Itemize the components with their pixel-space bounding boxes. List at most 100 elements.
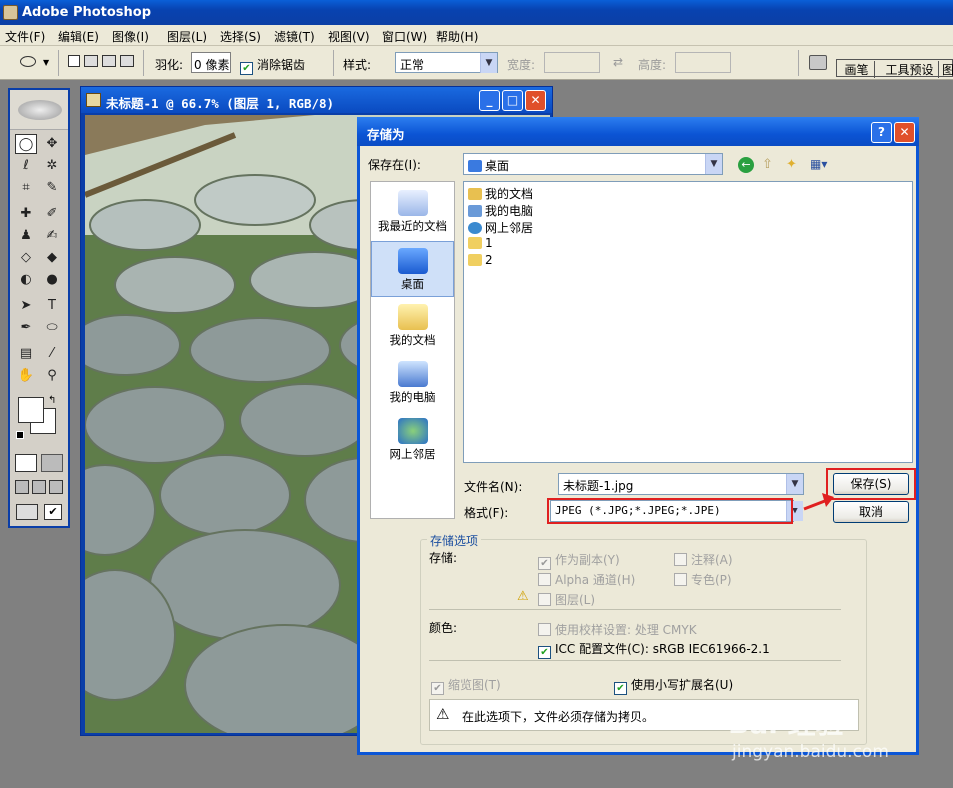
minimize-button[interactable]: _ bbox=[479, 90, 500, 111]
quick-mask-icon[interactable] bbox=[41, 454, 63, 472]
close-button[interactable]: ✕ bbox=[525, 90, 546, 111]
dialog-close-button[interactable]: ✕ bbox=[894, 122, 915, 143]
menu-image[interactable]: 图像(I) bbox=[112, 28, 149, 45]
list-item[interactable]: 我的文档 bbox=[468, 185, 533, 202]
new-folder-icon[interactable]: ✦ bbox=[786, 157, 802, 173]
lasso-tool-icon[interactable]: ℓ bbox=[15, 156, 37, 176]
proof-setup-option[interactable]: 使用校样设置: 处理 CMYK bbox=[538, 621, 697, 638]
list-item[interactable]: 网上邻居 bbox=[468, 219, 533, 236]
icc-checkbox[interactable]: ✔ bbox=[538, 646, 551, 659]
tab-tool-presets[interactable]: 工具预设 bbox=[881, 61, 939, 78]
pen-tool-icon[interactable]: ✒ bbox=[15, 318, 37, 338]
screen-mode-2-icon[interactable] bbox=[32, 480, 46, 494]
divider bbox=[429, 660, 841, 661]
marquee-tool-icon[interactable]: ◯ bbox=[15, 134, 37, 154]
file-list[interactable]: 我的文档 我的电脑 网上邻居 1 2 bbox=[463, 181, 913, 463]
shape-tool-icon[interactable]: ⬭ bbox=[41, 318, 63, 338]
move-tool-icon[interactable]: ✥ bbox=[41, 134, 63, 154]
lowercase-ext-option[interactable]: ✔ 使用小写扩展名(U) bbox=[614, 676, 733, 695]
menu-window[interactable]: 窗口(W) bbox=[382, 28, 427, 45]
help-button[interactable]: ? bbox=[871, 122, 892, 143]
alpha-option[interactable]: Alpha 通道(H) bbox=[538, 571, 635, 588]
place-desktop[interactable]: 桌面 bbox=[371, 241, 454, 297]
paint-bucket-icon[interactable]: ◆ bbox=[41, 248, 63, 268]
menu-select[interactable]: 选择(S) bbox=[220, 28, 261, 45]
desktop-icon bbox=[468, 160, 482, 172]
back-icon[interactable]: ← bbox=[738, 157, 754, 173]
slice-tool-icon[interactable]: ✎ bbox=[41, 178, 63, 198]
place-recent[interactable]: 我最近的文档 bbox=[371, 184, 454, 240]
jump-to-imageready-icon[interactable] bbox=[16, 504, 38, 520]
maximize-button[interactable]: □ bbox=[502, 90, 523, 111]
antialias-option[interactable]: ✔ 消除锯齿 bbox=[240, 56, 305, 75]
warning-icon: ⚠ bbox=[517, 589, 529, 604]
notes-tool-icon[interactable]: ▤ bbox=[15, 344, 37, 364]
annotations-option[interactable]: 注释(A) bbox=[674, 551, 733, 568]
view-menu-icon[interactable]: ▦▾ bbox=[810, 157, 832, 173]
menu-help[interactable]: 帮助(H) bbox=[436, 28, 478, 45]
crop-tool-icon[interactable]: ⌗ bbox=[15, 178, 37, 198]
palette-well-icon[interactable] bbox=[809, 55, 827, 70]
antialias-checkbox[interactable]: ✔ bbox=[240, 62, 253, 75]
clone-stamp-icon[interactable]: ♟ bbox=[15, 226, 37, 246]
menu-layer[interactable]: 图层(L) bbox=[167, 28, 207, 45]
eyedropper-icon[interactable]: ⁄ bbox=[41, 344, 63, 364]
checkmark-icon[interactable]: ✔ bbox=[44, 504, 62, 520]
list-item[interactable]: 1 bbox=[468, 236, 493, 250]
dodge-tool-icon[interactable]: ● bbox=[41, 270, 63, 290]
layers-option[interactable]: 图层(L) bbox=[538, 591, 595, 608]
feather-input[interactable]: 0 像素 bbox=[191, 52, 231, 73]
intersect-selection-icon[interactable] bbox=[120, 55, 134, 67]
filename-label: 文件名(N): bbox=[464, 480, 523, 494]
path-select-icon[interactable]: ➤ bbox=[15, 296, 37, 316]
cancel-button[interactable]: 取消 bbox=[833, 501, 909, 523]
hand-tool-icon[interactable]: ✋ bbox=[15, 366, 37, 386]
foreground-color-swatch[interactable] bbox=[18, 397, 44, 423]
document-icon bbox=[86, 93, 101, 107]
style-select[interactable]: 正常 ▼ bbox=[395, 52, 498, 73]
zoom-tool-icon[interactable]: ⚲ bbox=[41, 366, 63, 386]
new-selection-icon[interactable] bbox=[68, 55, 80, 67]
save-options-title: 存储选项 bbox=[427, 532, 482, 549]
menu-file[interactable]: 文件(F) bbox=[5, 28, 45, 45]
spot-option[interactable]: 专色(P) bbox=[674, 571, 732, 588]
save-in-select[interactable]: 桌面 ▼ bbox=[463, 153, 723, 175]
list-item[interactable]: 2 bbox=[468, 253, 493, 267]
place-network[interactable]: 网上邻居 bbox=[371, 412, 454, 468]
standard-mode-icon[interactable] bbox=[15, 454, 37, 472]
screen-mode-3-icon[interactable] bbox=[49, 480, 63, 494]
add-selection-icon[interactable] bbox=[84, 55, 98, 67]
menu-view[interactable]: 视图(V) bbox=[328, 28, 370, 45]
list-item[interactable]: 我的电脑 bbox=[468, 202, 533, 219]
healing-brush-icon[interactable]: ✚ bbox=[15, 204, 37, 224]
blur-tool-icon[interactable]: ◐ bbox=[15, 270, 37, 290]
chevron-down-icon[interactable]: ▼ bbox=[43, 58, 49, 67]
eraser-tool-icon[interactable]: ◇ bbox=[15, 248, 37, 268]
default-colors-icon[interactable] bbox=[16, 431, 24, 439]
screen-mode-1-icon[interactable] bbox=[15, 480, 29, 494]
type-tool-icon[interactable]: T bbox=[41, 296, 63, 316]
app-title-bar: Adobe Photoshop bbox=[0, 0, 953, 25]
icc-profile-option[interactable]: ✔ ICC 配置文件(C): sRGB IEC61966-2.1 bbox=[538, 640, 770, 659]
lowercase-checkbox[interactable]: ✔ bbox=[614, 682, 627, 695]
place-my-documents[interactable]: 我的文档 bbox=[371, 298, 454, 354]
filename-input[interactable]: 未标题-1.jpg ▼ bbox=[558, 473, 804, 495]
ellipse-marquee-icon[interactable] bbox=[20, 56, 36, 67]
style-label: 样式: bbox=[343, 58, 372, 72]
history-brush-icon[interactable]: ✍ bbox=[41, 226, 63, 246]
tab-brushes[interactable]: 画笔 bbox=[839, 61, 875, 78]
place-my-computer[interactable]: 我的电脑 bbox=[371, 355, 454, 411]
recent-documents-icon bbox=[397, 190, 428, 216]
magic-wand-icon[interactable]: ✲ bbox=[41, 156, 63, 176]
tab-extra[interactable]: 图 bbox=[942, 61, 953, 78]
tools-header bbox=[10, 90, 68, 130]
swap-colors-icon[interactable]: ↰ bbox=[48, 395, 56, 406]
as-copy-option[interactable]: ✔ 作为副本(Y) bbox=[538, 551, 620, 570]
width-label: 宽度: bbox=[507, 58, 536, 72]
menu-edit[interactable]: 编辑(E) bbox=[58, 28, 99, 45]
brush-tool-icon[interactable]: ✐ bbox=[41, 204, 63, 224]
menu-filter[interactable]: 滤镜(T) bbox=[274, 28, 315, 45]
subtract-selection-icon[interactable] bbox=[102, 55, 116, 67]
thumbnail-option[interactable]: ✔ 缩览图(T) bbox=[431, 676, 501, 695]
up-folder-icon[interactable]: ⇧ bbox=[762, 157, 778, 173]
